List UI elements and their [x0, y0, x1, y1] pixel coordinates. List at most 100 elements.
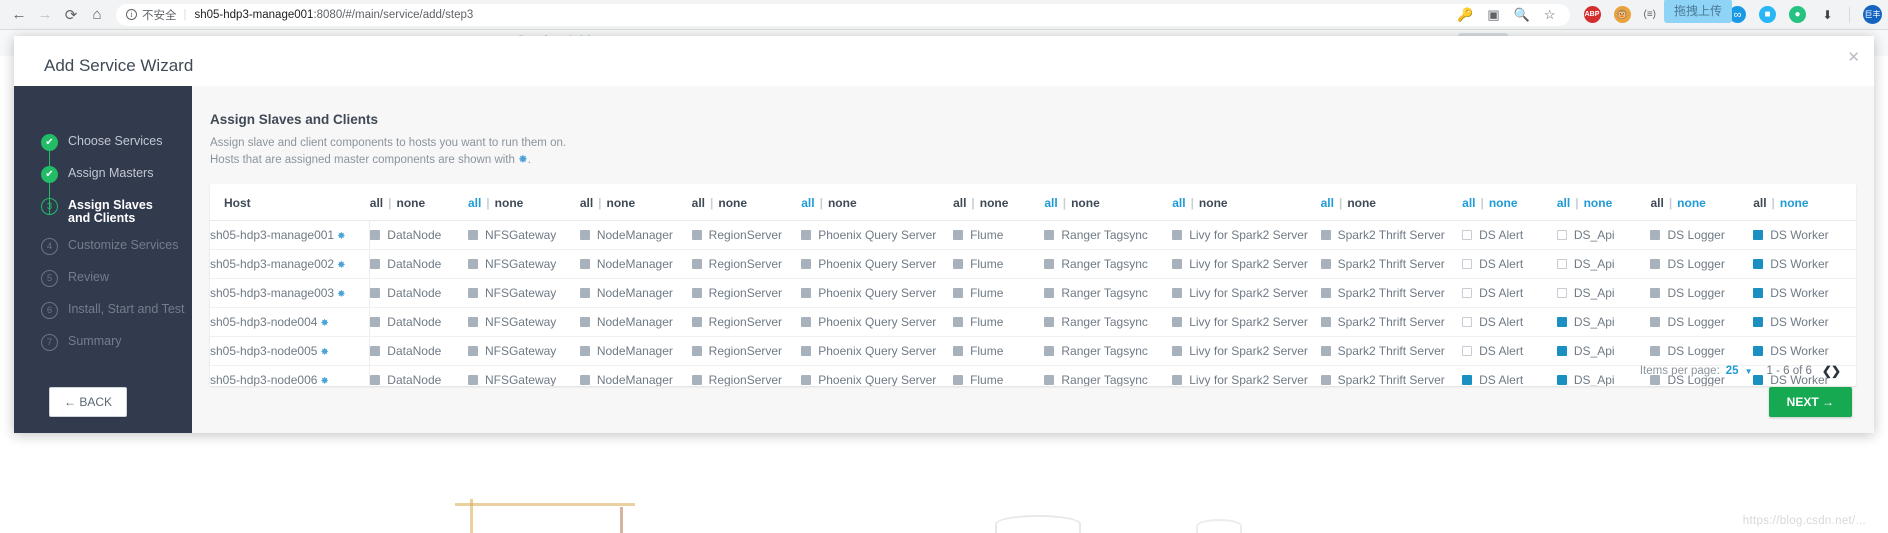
chevron-down-icon[interactable]: ▼	[1745, 367, 1753, 376]
cell-flume[interactable]: Flume	[953, 336, 1045, 366]
none-link-ds-worker[interactable]: none	[1780, 196, 1809, 210]
checkbox-ds-worker[interactable]	[1753, 230, 1764, 240]
cell-ranger-tagsync[interactable]: Ranger Tagsync	[1044, 220, 1173, 250]
sidebar-item-assign-slaves-and-clients[interactable]: 3 Assign Slaves and Clients	[14, 197, 192, 237]
checkbox-datanode[interactable]	[370, 317, 381, 327]
adblock-plus-icon[interactable]: ABP	[1583, 6, 1601, 23]
checkbox-ds-api[interactable]	[1556, 375, 1567, 385]
checkbox-ds-worker[interactable]	[1753, 259, 1764, 269]
cell-spark2-thrift-server[interactable]: Spark2 Thrift Server	[1320, 366, 1463, 386]
checkbox-nodemanager[interactable]	[579, 230, 590, 240]
checkbox-nfsgateway[interactable]	[467, 317, 478, 327]
checkbox-nfsgateway[interactable]	[467, 288, 478, 298]
back-icon[interactable]: ←	[6, 2, 32, 28]
cell-nfsgateway[interactable]: NFSGateway	[467, 336, 580, 366]
checkbox-spark2-thrift-server[interactable]	[1320, 375, 1331, 385]
cell-flume[interactable]: Flume	[953, 366, 1044, 386]
cell-ds-worker[interactable]: DS Worker	[1753, 307, 1856, 337]
none-link-flume[interactable]: none	[980, 196, 1009, 210]
cell-nfsgateway[interactable]: NFSGateway	[467, 220, 580, 250]
cell-flume[interactable]: Flume	[953, 220, 1045, 250]
cell-livy-for-spark2-server[interactable]: Livy for Spark2 Server	[1172, 249, 1321, 279]
cell-spark2-thrift-server[interactable]: Spark2 Thrift Server	[1320, 336, 1463, 366]
blue-square-extension-icon[interactable]: ■	[1759, 6, 1776, 23]
pagination-arrows[interactable]: ❮❯	[1822, 364, 1841, 378]
checkbox-regionserver[interactable]	[691, 259, 702, 269]
checkbox-datanode[interactable]	[370, 288, 381, 298]
checkbox-phoenix-query-server[interactable]	[801, 259, 812, 269]
checkbox-spark2-thrift-server[interactable]	[1320, 346, 1331, 356]
cell-ds-worker[interactable]: DS Worker	[1753, 249, 1856, 279]
zoom-out-icon[interactable]: 🔍	[1514, 7, 1530, 23]
cell-ranger-tagsync[interactable]: Ranger Tagsync	[1044, 249, 1173, 279]
checkbox-livy-for-spark2-server[interactable]	[1172, 259, 1183, 269]
checkbox-phoenix-query-server[interactable]	[801, 288, 812, 298]
cell-ds-alert[interactable]: DS Alert	[1462, 336, 1557, 366]
none-link-phoenix-query-server[interactable]: none	[828, 196, 857, 210]
checkbox-regionserver[interactable]	[691, 317, 702, 327]
checkbox-regionserver[interactable]	[691, 346, 702, 356]
none-link-nodemanager[interactable]: none	[607, 196, 636, 210]
cell-ds-api[interactable]: DS_Api	[1556, 220, 1651, 250]
all-link-ranger-tagsync[interactable]: all	[1044, 196, 1057, 210]
chevron-left-icon[interactable]: ❮	[1822, 364, 1832, 378]
all-link-regionserver[interactable]: all	[692, 196, 705, 210]
checkbox-nfsgateway[interactable]	[467, 259, 478, 269]
none-link-ds-alert[interactable]: none	[1489, 196, 1518, 210]
checkbox-nfsgateway[interactable]	[467, 375, 478, 385]
cell-ds-api[interactable]: DS_Api	[1556, 366, 1651, 386]
checkbox-ranger-tagsync[interactable]	[1044, 288, 1055, 298]
cell-flume[interactable]: Flume	[953, 249, 1045, 279]
all-link-ds-logger[interactable]: all	[1650, 196, 1663, 210]
cell-ds-alert[interactable]: DS Alert	[1462, 278, 1557, 308]
checkbox-phoenix-query-server[interactable]	[801, 317, 812, 327]
checkbox-ds-worker[interactable]	[1753, 346, 1764, 356]
none-link-ds-logger[interactable]: none	[1677, 196, 1706, 210]
cell-nodemanager[interactable]: NodeManager	[579, 336, 692, 366]
checkbox-regionserver[interactable]	[691, 288, 702, 298]
checkbox-livy-for-spark2-server[interactable]	[1172, 288, 1183, 298]
cell-ranger-tagsync[interactable]: Ranger Tagsync	[1044, 278, 1173, 308]
checkbox-ds-alert[interactable]	[1462, 288, 1473, 298]
checkbox-ds-alert[interactable]	[1462, 230, 1473, 240]
key-icon[interactable]: 🔑	[1457, 7, 1473, 23]
profile-avatar-icon[interactable]: 巨丰	[1863, 5, 1882, 24]
cell-nodemanager[interactable]: NodeManager	[579, 278, 692, 308]
cell-ds-logger[interactable]: DS Logger	[1650, 336, 1754, 366]
sidebar-item-summary[interactable]: 7 Summary	[14, 333, 192, 365]
cell-ranger-tagsync[interactable]: Ranger Tagsync	[1044, 336, 1173, 366]
checkbox-ranger-tagsync[interactable]	[1044, 317, 1055, 327]
checkbox-nodemanager[interactable]	[579, 346, 590, 356]
checkbox-flume[interactable]	[953, 346, 964, 356]
cell-ranger-tagsync[interactable]: Ranger Tagsync	[1044, 307, 1173, 337]
reload-icon[interactable]: ⟳	[58, 2, 84, 28]
checkbox-phoenix-query-server[interactable]	[801, 375, 812, 385]
checkbox-livy-for-spark2-server[interactable]	[1172, 317, 1183, 327]
cell-regionserver[interactable]: RegionServer	[691, 366, 802, 386]
checkbox-ds-api[interactable]	[1556, 317, 1567, 327]
chevron-right-icon[interactable]: ❯	[1831, 364, 1841, 378]
none-link-nfsgateway[interactable]: none	[495, 196, 524, 210]
checkbox-ranger-tagsync[interactable]	[1044, 230, 1055, 240]
cell-phoenix-query-server[interactable]: Phoenix Query Server	[801, 336, 954, 366]
checkbox-ds-logger[interactable]	[1650, 346, 1661, 356]
checkbox-spark2-thrift-server[interactable]	[1320, 259, 1331, 269]
forward-icon[interactable]: →	[32, 2, 58, 28]
cell-ds-worker[interactable]: DS Worker	[1753, 336, 1856, 366]
sidebar-item-choose-services[interactable]: ✔ Choose Services	[14, 133, 192, 165]
checkbox-phoenix-query-server[interactable]	[801, 230, 812, 240]
all-link-livy-for-spark2-server[interactable]: all	[1172, 196, 1185, 210]
checkbox-flume[interactable]	[953, 259, 964, 269]
checkbox-ds-logger[interactable]	[1650, 317, 1661, 327]
cell-ds-alert[interactable]: DS Alert	[1462, 249, 1557, 279]
address-bar[interactable]: i 不安全 | sh05-hdp3-manage001:8080/#/main/…	[116, 3, 1570, 26]
cell-flume[interactable]: Flume	[953, 278, 1045, 308]
checkbox-ranger-tagsync[interactable]	[1044, 346, 1055, 356]
checkbox-nodemanager[interactable]	[579, 259, 590, 269]
cell-regionserver[interactable]: RegionServer	[691, 278, 802, 308]
checkbox-nfsgateway[interactable]	[467, 346, 478, 356]
cell-ds-worker[interactable]: DS Worker	[1753, 220, 1856, 250]
bookmark-star-icon[interactable]: ☆	[1544, 7, 1556, 23]
cell-nodemanager[interactable]: NodeManager	[579, 307, 692, 337]
checkbox-ranger-tagsync[interactable]	[1044, 259, 1055, 269]
